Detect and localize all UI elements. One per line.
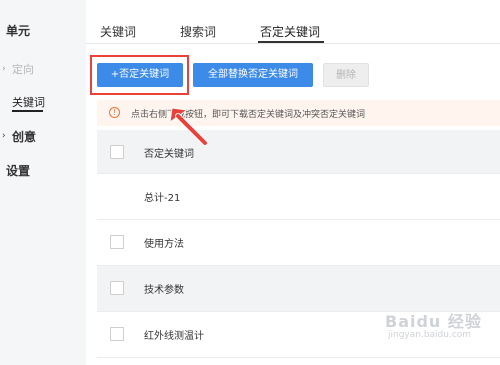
watermark-url: jingyan.baidu.com bbox=[388, 330, 472, 340]
watermark: Baidu 经验 bbox=[385, 312, 482, 331]
